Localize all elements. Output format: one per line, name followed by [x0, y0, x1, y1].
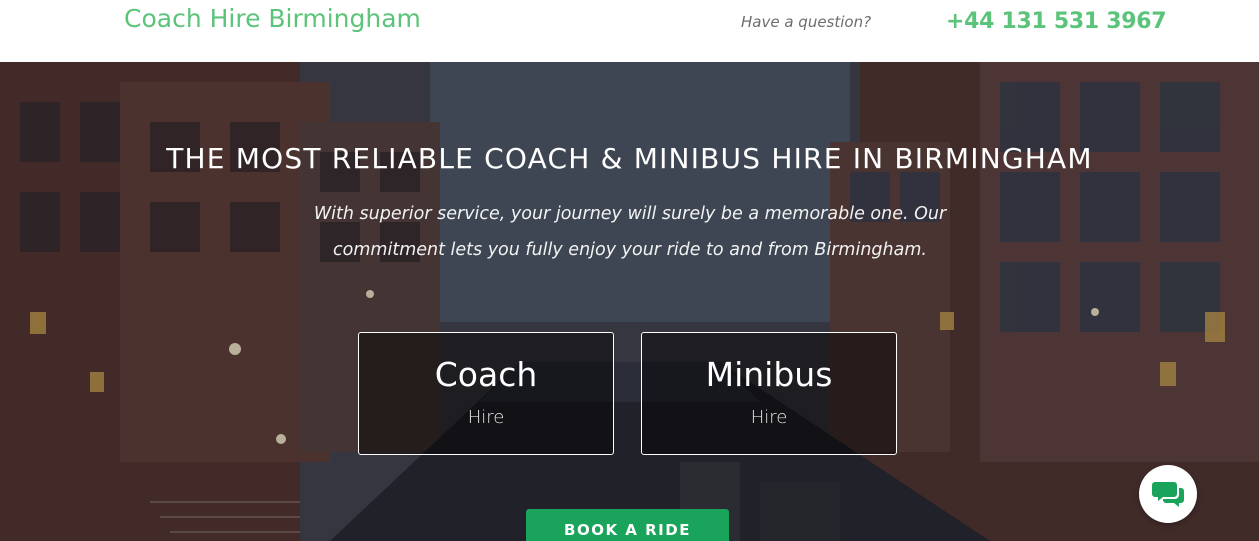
minibus-card-title: Minibus [705, 355, 833, 394]
chat-bubbles-icon [1152, 482, 1184, 507]
coach-card-subtitle: Hire [467, 407, 505, 428]
question-text: Have a question? [741, 13, 872, 31]
hero-tagline: With superior service, your journey will… [313, 204, 947, 260]
minibus-card-subtitle: Hire [750, 407, 788, 428]
minibus-hire-card[interactable]: Minibus Hire [641, 332, 897, 455]
coach-hire-card[interactable]: Coach Hire [358, 332, 614, 455]
hero-section: THE MOST RELIABLE COACH & MINIBUS HIRE I… [0, 62, 1259, 541]
phone-number-link[interactable]: +44 131 531 3967 [946, 9, 1167, 34]
site-header: Coach Hire Birmingham Have a question? +… [0, 0, 1259, 62]
hero-background-image [0, 62, 1259, 541]
coach-card-title: Coach [434, 355, 538, 394]
site-brand[interactable]: Coach Hire Birmingham [124, 4, 421, 33]
hero-headline: THE MOST RELIABLE COACH & MINIBUS HIRE I… [166, 142, 1093, 175]
chat-widget-button[interactable] [1139, 465, 1197, 523]
book-a-ride-button[interactable]: BOOK A RIDE [526, 509, 729, 541]
